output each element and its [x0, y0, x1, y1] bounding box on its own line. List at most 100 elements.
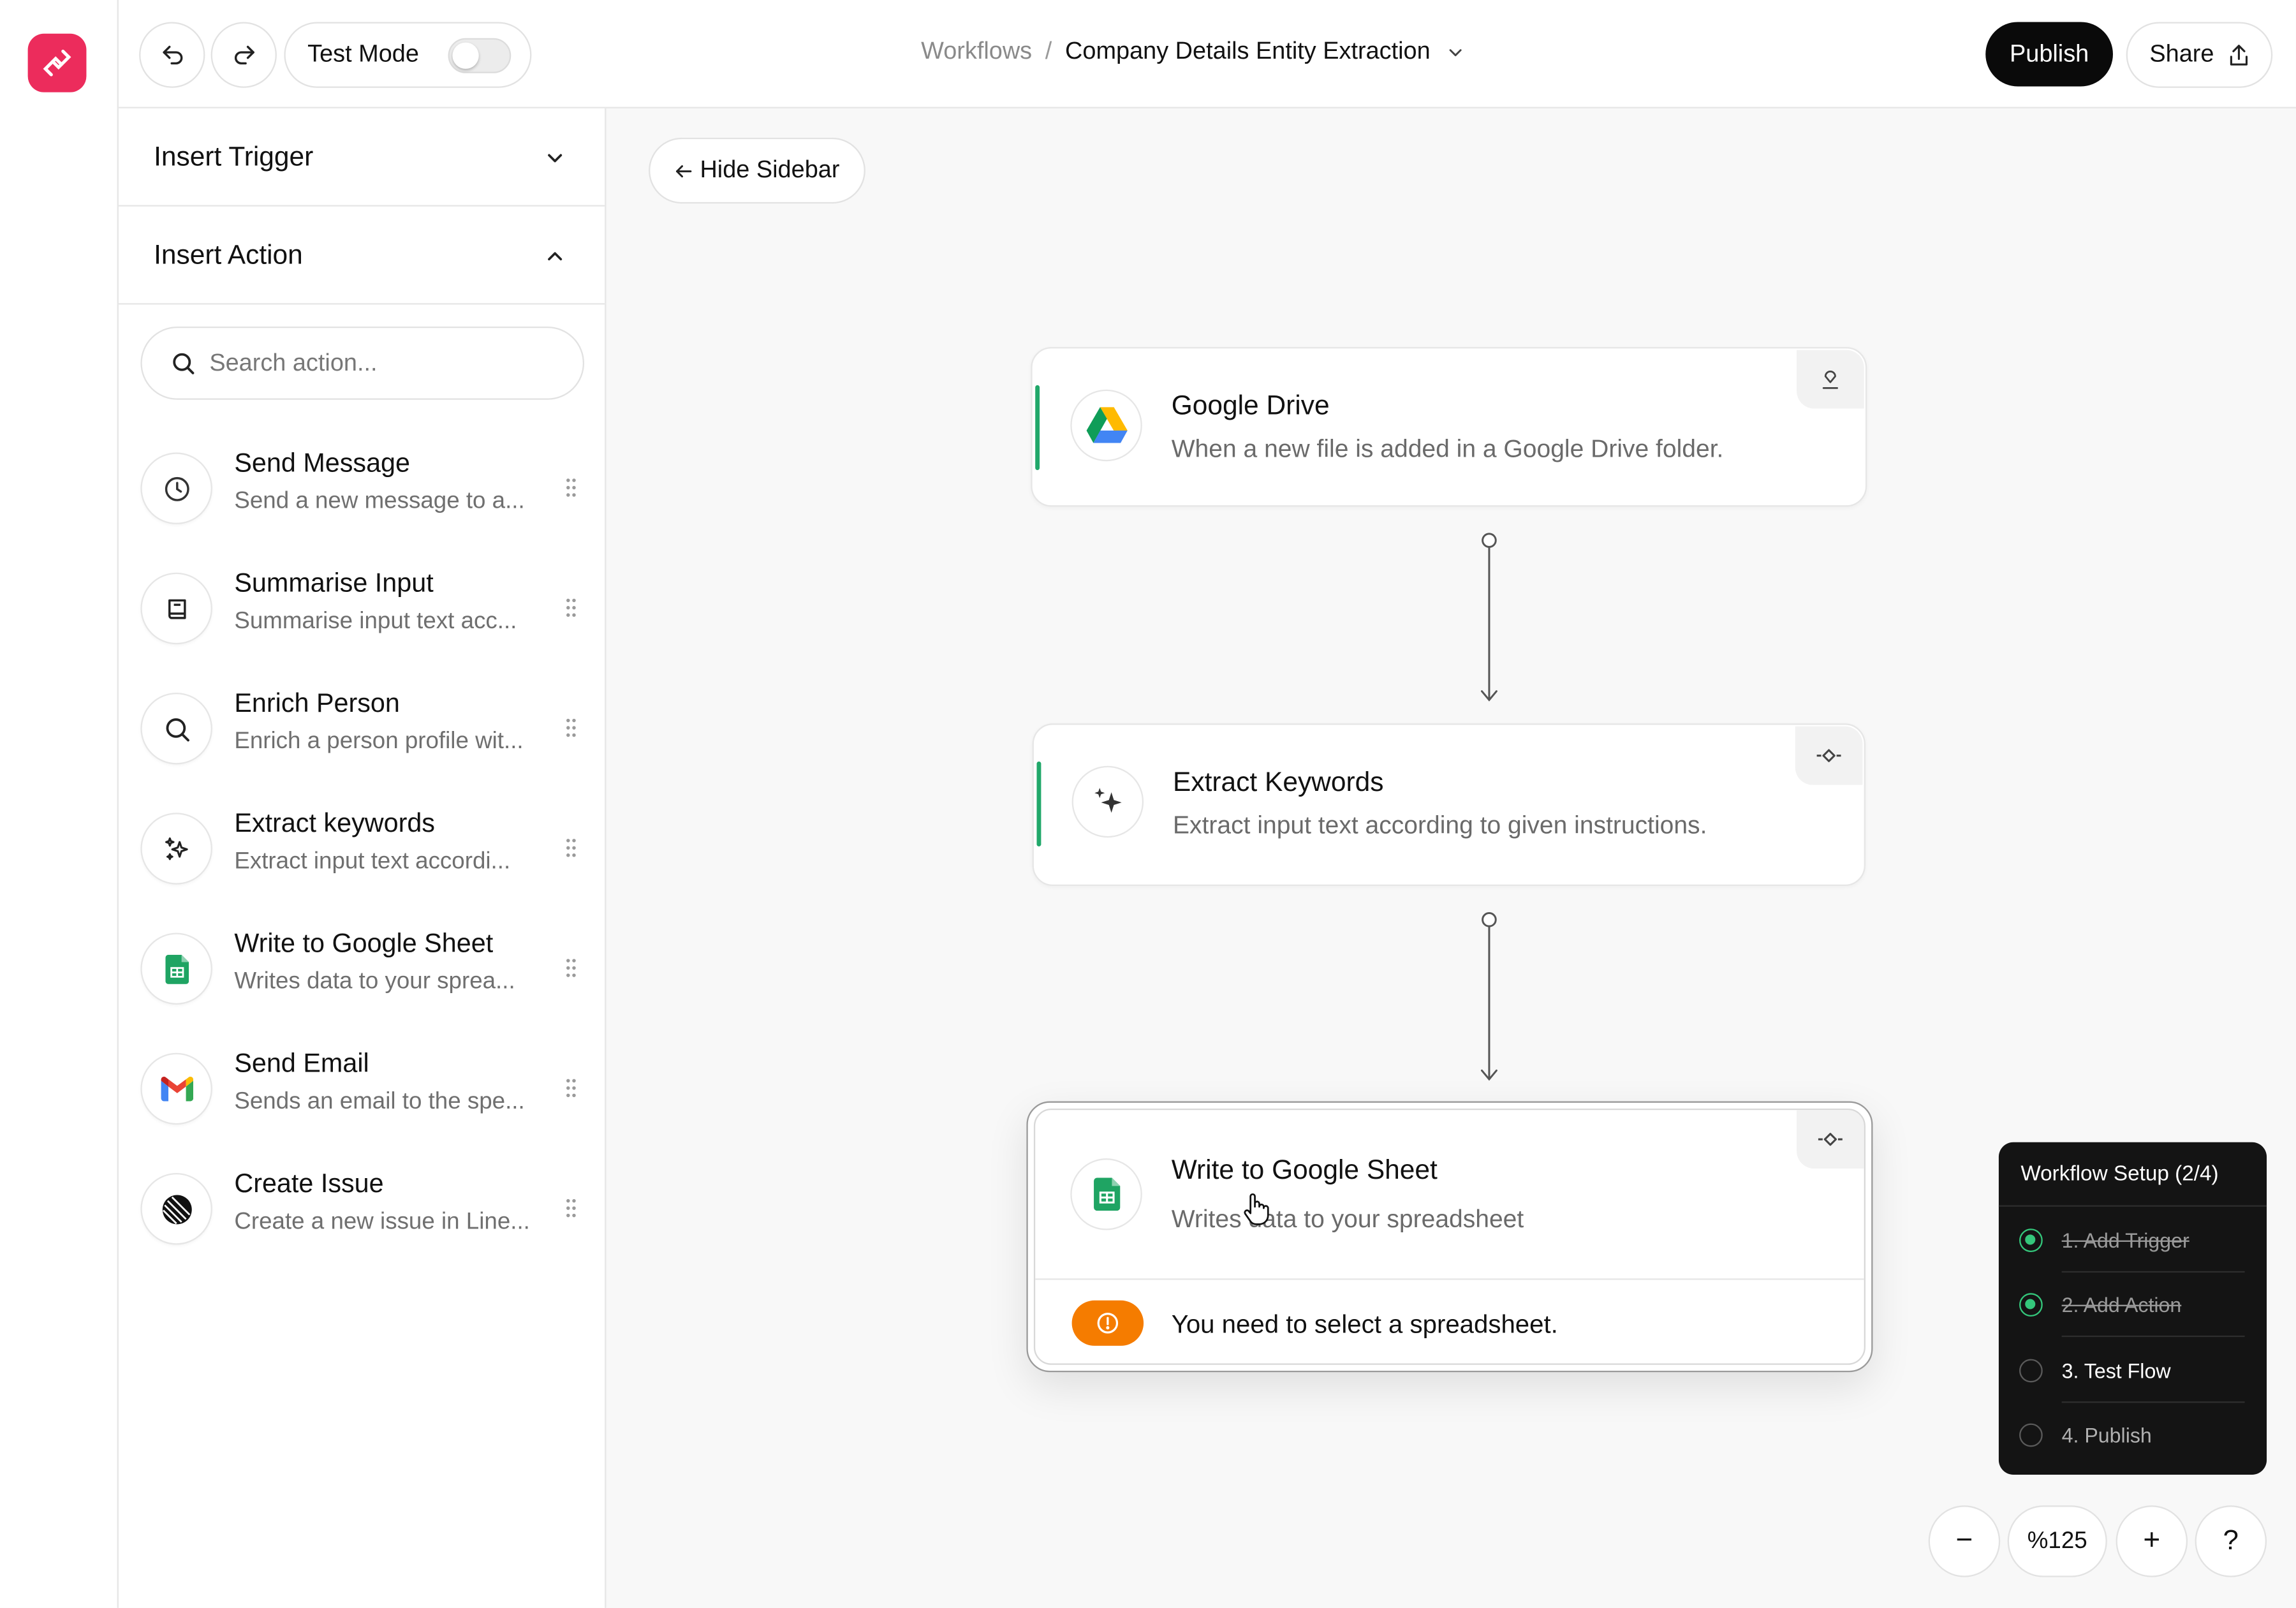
workflow-name[interactable]: Company Details Entity Extraction	[1065, 38, 1431, 66]
action-item-create-issue[interactable]: Create Issue Create a new issue in Line.…	[140, 1163, 594, 1257]
step-done-icon	[2019, 1293, 2043, 1317]
google-sheets-icon	[140, 933, 212, 1005]
node-warning-message: You need to select a spreadsheet.	[1171, 1309, 1558, 1339]
step-done-icon	[2019, 1228, 2043, 1252]
action-description: Summarise input text acc...	[234, 609, 517, 635]
node-divider	[1035, 1278, 1864, 1280]
breadcrumb-workflows-link[interactable]: Workflows	[921, 38, 1032, 66]
setup-title: Workflow Setup (2/4)	[1998, 1142, 2267, 1207]
action-item-send-message[interactable]: Send Message Send a new message to a...	[140, 442, 594, 536]
step-label: 1. Add Trigger	[2061, 1228, 2189, 1252]
book-icon	[140, 572, 212, 645]
action-title: Summarise Input	[234, 568, 434, 598]
clock-icon	[140, 452, 212, 524]
publish-button[interactable]: Publish	[1985, 22, 2113, 87]
drag-handle-icon[interactable]	[564, 958, 578, 978]
drag-handle-icon[interactable]	[564, 718, 578, 738]
insert-trigger-label: Insert Trigger	[154, 140, 314, 172]
chevron-down-icon[interactable]	[1445, 41, 1466, 62]
step-label: 3. Test Flow	[2061, 1359, 2171, 1383]
trigger-pin-icon[interactable]	[1797, 350, 1864, 409]
help-button[interactable]: ?	[2195, 1505, 2267, 1577]
workflow-node-extract-keywords[interactable]: Extract Keywords Extract input text acco…	[1032, 723, 1866, 887]
breadcrumb: Workflows / Company Details Entity Extra…	[921, 38, 1466, 66]
zoom-out-button[interactable]: −	[1928, 1505, 2001, 1577]
setup-step-1[interactable]: 1. Add Trigger	[2019, 1208, 2246, 1272]
action-description: Create a new issue in Line...	[234, 1209, 530, 1235]
workflow-node-trigger[interactable]: Google Drive When a new file is added in…	[1031, 347, 1867, 507]
setup-step-3[interactable]: 3. Test Flow	[2019, 1338, 2246, 1403]
share-button[interactable]: Share	[2126, 22, 2273, 88]
action-item-enrich-person[interactable]: Enrich Person Enrich a person profile wi…	[140, 682, 594, 776]
drag-handle-icon[interactable]	[564, 837, 578, 858]
action-item-summarise-input[interactable]: Summarise Input Summarise input text acc…	[140, 563, 594, 656]
node-handle-icon[interactable]	[1797, 1110, 1864, 1169]
step-label: 4. Publish	[2061, 1423, 2152, 1447]
action-title: Send Message	[234, 448, 411, 478]
action-item-write-google-sheet[interactable]: Write to Google Sheet Writes data to you…	[140, 922, 594, 1016]
workflow-setup-panel: Workflow Setup (2/4) 1. Add Trigger 2. A…	[1998, 1142, 2267, 1475]
connector-arrow	[1480, 912, 1498, 1081]
step-pending-icon	[2019, 1359, 2043, 1383]
zoom-in-button[interactable]: +	[2116, 1505, 2188, 1577]
insert-trigger-section[interactable]: Insert Trigger	[118, 108, 605, 207]
action-item-extract-keywords[interactable]: Extract keywords Extract input text acco…	[140, 802, 594, 896]
hand-cursor-icon	[1244, 1193, 1269, 1225]
drag-handle-icon[interactable]	[564, 1078, 578, 1098]
node-title: Extract Keywords	[1173, 765, 1384, 797]
top-bar: Test Mode Workflows / Company Details En…	[118, 0, 2296, 108]
step-label: 2. Add Action	[2061, 1293, 2182, 1317]
share-label: Share	[2149, 41, 2214, 68]
test-mode-control: Test Mode	[284, 22, 532, 88]
search-icon	[140, 692, 212, 765]
linear-icon	[140, 1173, 212, 1245]
undo-button[interactable]	[139, 22, 205, 88]
drag-handle-icon[interactable]	[564, 598, 578, 618]
node-description: Extract input text according to given in…	[1173, 811, 1707, 839]
action-item-send-email[interactable]: Send Email Sends an email to the spe...	[140, 1043, 594, 1137]
redo-icon	[233, 45, 254, 64]
sparkles-icon	[1071, 765, 1144, 838]
chevron-up-icon[interactable]	[543, 244, 567, 268]
warning-icon	[1071, 1300, 1144, 1346]
drag-handle-icon[interactable]	[564, 1198, 578, 1218]
node-description: When a new file is added in a Google Dri…	[1171, 434, 1724, 463]
action-title: Write to Google Sheet	[234, 928, 494, 958]
node-handle-icon[interactable]	[1795, 726, 1863, 785]
insert-action-section[interactable]: Insert Action	[118, 207, 605, 305]
gmail-icon	[140, 1052, 212, 1125]
action-title: Create Issue	[234, 1169, 384, 1199]
search-action-input[interactable]	[209, 349, 561, 378]
node-description: Writes data to your spreadsheet	[1171, 1205, 1524, 1234]
arrow-left-icon	[675, 164, 692, 177]
chevron-down-icon[interactable]	[543, 147, 567, 170]
action-description: Extract input text accordi...	[234, 849, 511, 874]
step-divider	[2061, 1335, 2245, 1338]
test-mode-toggle[interactable]	[448, 38, 511, 73]
action-description: Sends an email to the spe...	[234, 1089, 525, 1115]
action-title: Send Email	[234, 1048, 369, 1078]
action-title: Enrich Person	[234, 688, 400, 718]
search-icon	[173, 353, 195, 374]
workflow-logo-icon[interactable]	[27, 33, 87, 92]
workflow-node-write-google-sheet[interactable]: Write to Google Sheet Writes data to you…	[1026, 1101, 1873, 1373]
setup-step-2[interactable]: 2. Add Action	[2019, 1272, 2246, 1337]
undo-icon	[162, 45, 182, 64]
setup-step-4[interactable]: 4. Publish	[2019, 1403, 2246, 1467]
zoom-level[interactable]: %125	[2007, 1505, 2107, 1577]
search-action-field[interactable]	[140, 326, 585, 400]
action-description: Writes data to your sprea...	[234, 969, 515, 994]
action-title: Extract keywords	[234, 808, 435, 838]
hide-sidebar-button[interactable]: Hide Sidebar	[649, 137, 865, 204]
step-pending-icon	[2019, 1423, 2043, 1447]
hide-sidebar-label: Hide Sidebar	[700, 156, 840, 183]
sparkles-icon	[140, 813, 212, 885]
action-description: Enrich a person profile wit...	[234, 729, 524, 755]
share-icon	[2230, 44, 2248, 65]
node-status-bar	[1035, 385, 1040, 470]
redo-button[interactable]	[210, 22, 277, 88]
node-title: Google Drive	[1171, 389, 1330, 420]
drag-handle-icon[interactable]	[564, 477, 578, 498]
test-mode-label: Test Mode	[307, 41, 419, 68]
insert-action-label: Insert Action	[154, 239, 303, 270]
